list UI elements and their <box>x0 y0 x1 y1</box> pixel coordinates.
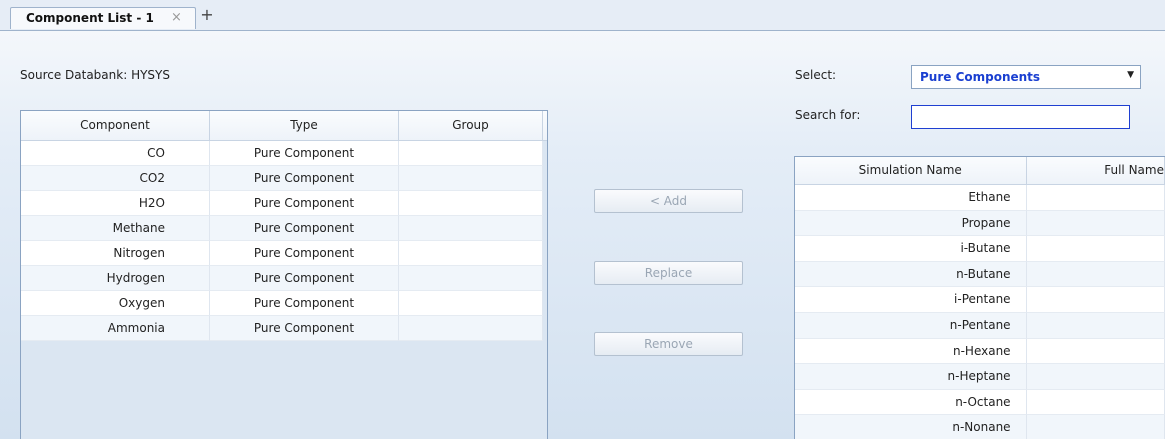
group-cell[interactable] <box>399 141 543 166</box>
full-name-cell[interactable] <box>1026 287 1165 313</box>
column-header-component[interactable]: Component <box>21 111 210 140</box>
group-cell[interactable] <box>399 241 543 266</box>
databank-components-grid: Simulation Name Full Name Ethane Propane i… <box>794 156 1165 439</box>
search-input[interactable] <box>911 105 1130 129</box>
full-name-cell[interactable] <box>1026 312 1165 339</box>
type-cell[interactable]: Pure Component <box>210 191 399 216</box>
component-cell[interactable]: H2O <box>21 191 210 216</box>
table-row[interactable]: n-Octane <box>795 389 1165 416</box>
type-cell[interactable]: Pure Component <box>210 141 399 166</box>
tab-strip: Component List - 1 × + <box>0 0 1165 31</box>
full-name-cell[interactable] <box>1026 210 1165 237</box>
simulation-name-cell[interactable]: Ethane <box>795 185 1027 211</box>
full-name-cell[interactable] <box>1026 185 1165 211</box>
select-label: Select: <box>795 68 837 82</box>
component-cell[interactable]: CO <box>21 141 210 166</box>
table-row[interactable]: Nitrogen Pure Component <box>21 241 543 266</box>
simulation-name-cell[interactable]: n-Nonane <box>795 415 1027 439</box>
full-name-cell[interactable] <box>1026 261 1165 288</box>
table-row[interactable]: i-Pentane <box>795 287 1165 313</box>
search-label: Search for: <box>795 108 861 122</box>
source-databank-label: Source Databank: HYSYS <box>20 68 170 82</box>
full-name-cell[interactable] <box>1026 236 1165 262</box>
group-cell[interactable] <box>399 166 543 191</box>
table-row[interactable]: H2O Pure Component <box>21 191 543 216</box>
component-cell[interactable]: Ammonia <box>21 316 210 341</box>
type-cell[interactable]: Pure Component <box>210 316 399 341</box>
column-header-type[interactable]: Type <box>210 111 399 140</box>
group-cell[interactable] <box>399 291 543 316</box>
column-header-group[interactable]: Group <box>399 111 543 140</box>
table-row[interactable]: CO Pure Component <box>21 141 543 166</box>
column-header-simulation-name[interactable]: Simulation Name <box>795 157 1027 184</box>
simulation-name-cell[interactable]: n-Hexane <box>795 338 1027 365</box>
table-row[interactable]: Ethane <box>795 185 1165 211</box>
grid-header: Component Type Group <box>21 111 547 141</box>
table-row[interactable]: CO2 Pure Component <box>21 166 543 191</box>
simulation-name-cell[interactable]: n-Octane <box>795 389 1027 416</box>
full-name-cell[interactable] <box>1026 338 1165 365</box>
component-cell[interactable]: Nitrogen <box>21 241 210 266</box>
component-cell[interactable]: Oxygen <box>21 291 210 316</box>
column-header-full-name[interactable]: Full Name <box>1027 157 1165 184</box>
component-cell[interactable]: Hydrogen <box>21 266 210 291</box>
type-cell[interactable]: Pure Component <box>210 216 399 241</box>
type-cell[interactable]: Pure Component <box>210 241 399 266</box>
add-button[interactable]: < Add <box>594 189 743 213</box>
simulation-name-cell[interactable]: n-Pentane <box>795 312 1027 339</box>
table-row[interactable]: Propane <box>795 210 1165 237</box>
type-cell[interactable]: Pure Component <box>210 166 399 191</box>
replace-button[interactable]: Replace <box>594 261 743 285</box>
table-row[interactable]: n-Heptane <box>795 364 1165 390</box>
grid-body: Ethane Propane i-Butane n-Butane i-Pentane n-… <box>795 185 1165 439</box>
table-row[interactable]: Oxygen Pure Component <box>21 291 543 316</box>
full-name-cell[interactable] <box>1026 389 1165 416</box>
simulation-name-cell[interactable]: n-Heptane <box>795 364 1027 390</box>
add-tab-icon[interactable]: + <box>198 6 216 24</box>
table-row[interactable]: Hydrogen Pure Component <box>21 266 543 291</box>
table-row[interactable]: Methane Pure Component <box>21 216 543 241</box>
component-cell[interactable]: CO2 <box>21 166 210 191</box>
tab-component-list[interactable]: Component List - 1 × <box>10 7 196 29</box>
grid-body: CO Pure Component CO2 Pure Component H2O Pure… <box>21 141 543 341</box>
table-row[interactable]: n-Nonane <box>795 415 1165 439</box>
close-icon[interactable]: × <box>171 10 182 25</box>
select-value: Pure Components <box>920 70 1041 84</box>
table-row[interactable]: Ammonia Pure Component <box>21 316 543 341</box>
group-cell[interactable] <box>399 191 543 216</box>
simulation-name-cell[interactable]: Propane <box>795 210 1027 237</box>
table-row[interactable]: n-Butane <box>795 261 1165 288</box>
group-cell[interactable] <box>399 216 543 241</box>
group-cell[interactable] <box>399 266 543 291</box>
component-cell[interactable]: Methane <box>21 216 210 241</box>
full-name-cell[interactable] <box>1026 364 1165 390</box>
component-list-panel: Source Databank: HYSYS Component Type Gr… <box>0 31 1165 439</box>
table-row[interactable]: i-Butane <box>795 236 1165 262</box>
chevron-down-icon[interactable]: ▼ <box>1127 70 1134 80</box>
tab-label: Component List - 1 <box>26 11 154 25</box>
table-row[interactable]: n-Pentane <box>795 312 1165 339</box>
table-row[interactable]: n-Hexane <box>795 338 1165 365</box>
remove-button[interactable]: Remove <box>594 332 743 356</box>
selected-components-grid: Component Type Group CO Pure Component CO2… <box>20 110 548 439</box>
type-cell[interactable]: Pure Component <box>210 266 399 291</box>
simulation-name-cell[interactable]: n-Butane <box>795 261 1027 288</box>
full-name-cell[interactable] <box>1027 415 1165 439</box>
simulation-name-cell[interactable]: i-Butane <box>795 236 1027 262</box>
component-type-select[interactable]: Pure Components ▼ <box>911 65 1141 89</box>
group-cell[interactable] <box>399 316 543 341</box>
type-cell[interactable]: Pure Component <box>210 291 399 316</box>
grid-header: Simulation Name Full Name <box>795 157 1165 185</box>
simulation-name-cell[interactable]: i-Pentane <box>795 287 1027 313</box>
